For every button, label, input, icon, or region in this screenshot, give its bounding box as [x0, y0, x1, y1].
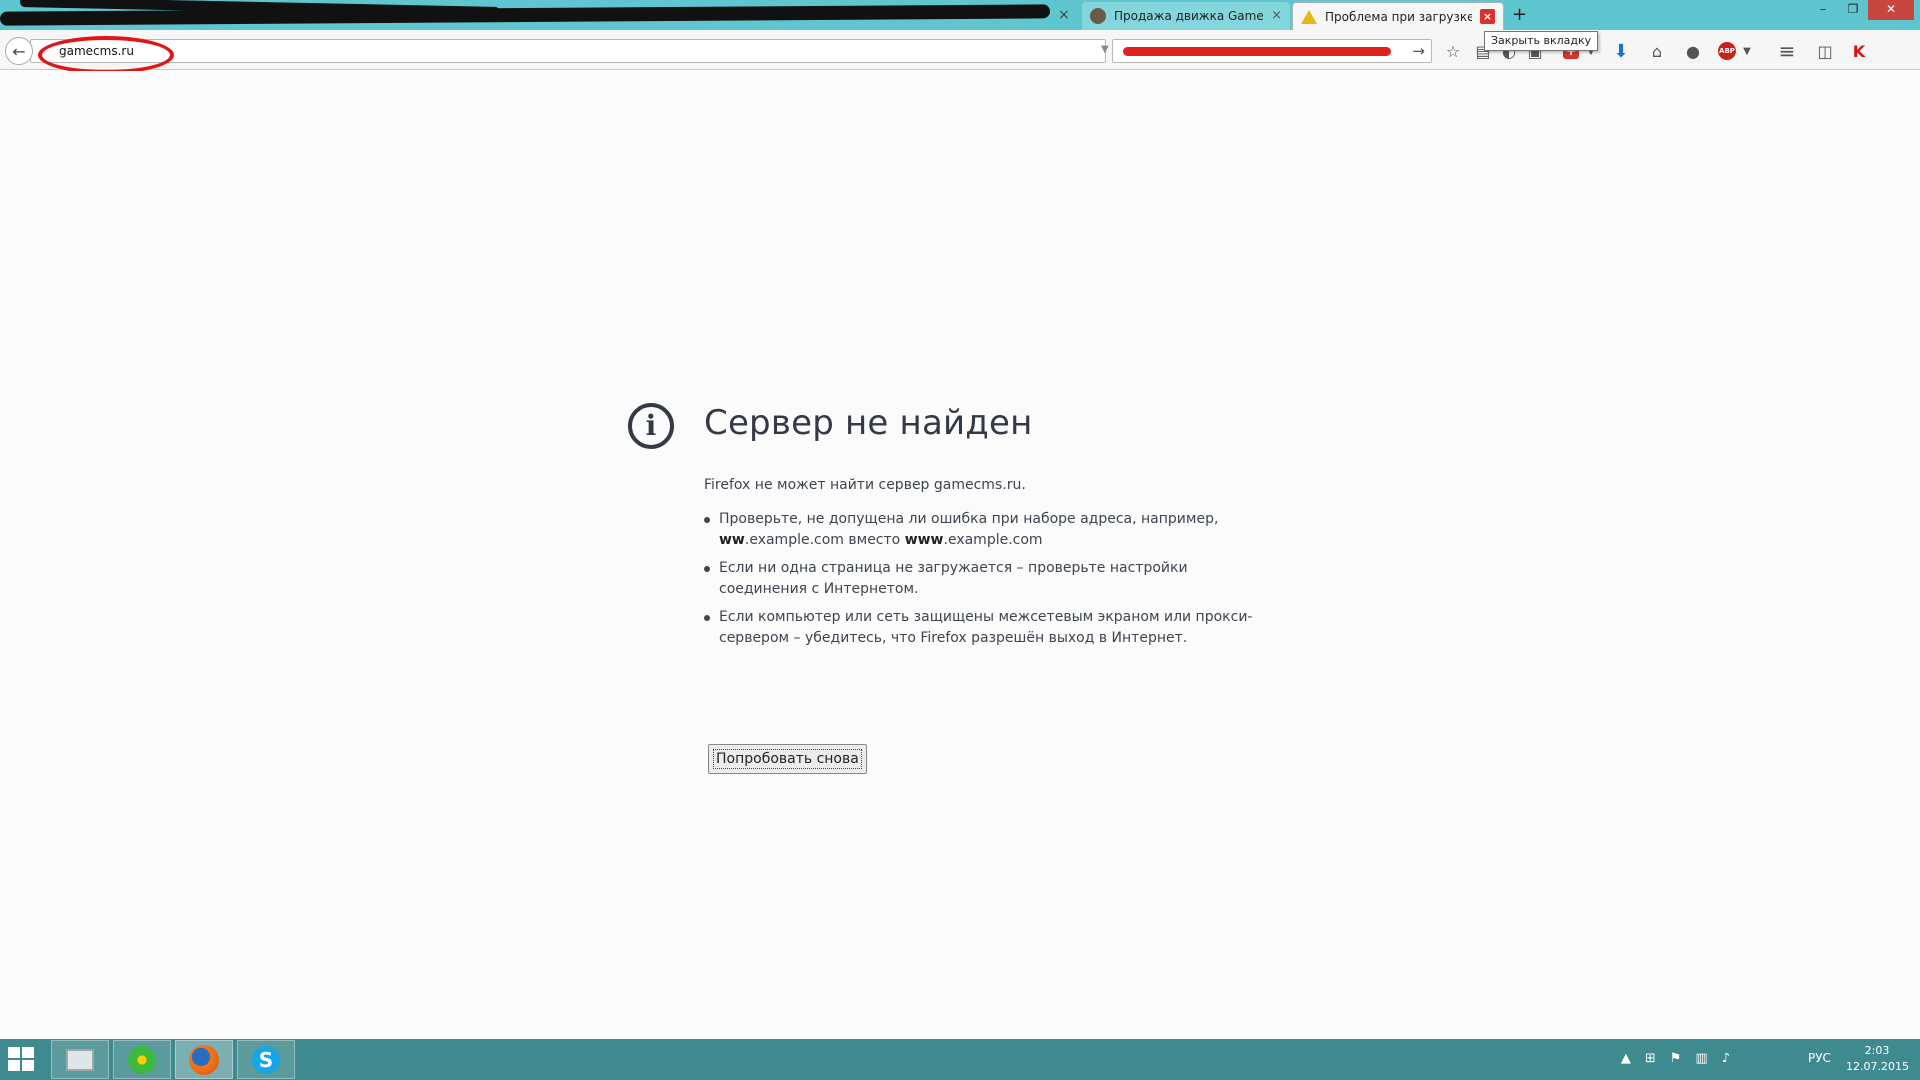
tab-title: Продажа движка GameC...	[1114, 9, 1264, 23]
restore-button[interactable]: ❐	[1838, 0, 1868, 20]
windows-logo-icon	[22, 1047, 34, 1058]
download-icon[interactable]: ⬇	[1608, 38, 1634, 64]
error-title: Сервер не найден	[704, 403, 1033, 443]
show-hidden-icons-icon[interactable]: ▲	[1621, 1051, 1631, 1066]
chat-icon[interactable]: ●	[1680, 38, 1706, 64]
clock-time: 2:03	[1864, 1044, 1890, 1057]
tab-load-problem[interactable]: Проблема при загрузке с... ×	[1292, 2, 1504, 30]
redaction-scribble	[1123, 47, 1391, 56]
list-item: Проверьте, не допущена ли ошибка при наб…	[704, 509, 1264, 551]
taskbar-icq-app[interactable]	[113, 1040, 171, 1079]
info-icon: i	[628, 403, 674, 449]
clock[interactable]: 2:03 12.07.2015	[1846, 1043, 1909, 1075]
kaspersky-icon[interactable]: K	[1846, 38, 1872, 64]
retry-button[interactable]: Попробовать снова	[708, 744, 867, 774]
tab-close-icon[interactable]: ×	[1058, 7, 1070, 23]
network-icon[interactable]: ▥	[1695, 1051, 1707, 1066]
language-indicator[interactable]: РУС	[1808, 1051, 1831, 1065]
error-page: i Сервер не найден Firefox не может найт…	[0, 71, 1920, 1039]
windows-logo-icon	[8, 1060, 20, 1071]
url-history-dropdown-icon[interactable]: ▼	[1101, 44, 1109, 55]
close-tab-tooltip: Закрыть вкладку	[1484, 31, 1599, 51]
firefox-icon	[189, 1044, 219, 1075]
windows-logo-icon	[8, 1047, 20, 1058]
new-tab-button[interactable]: +	[1512, 5, 1527, 25]
clock-date: 12.07.2015	[1846, 1060, 1909, 1073]
icq-flower-icon	[128, 1045, 156, 1074]
skype-icon: S	[252, 1045, 280, 1074]
taskbar: S ▲ ⊞ ⚑ ▥ ♪ РУС 2:03 12.07.2015	[0, 1039, 1920, 1080]
tab-close-icon[interactable]: ×	[1480, 9, 1495, 24]
tab-title: Проблема при загрузке с...	[1325, 9, 1472, 24]
chevron-down-icon[interactable]: ▼	[1734, 38, 1760, 64]
close-window-button[interactable]: ✕	[1868, 0, 1914, 20]
url-bar[interactable]: gamecms.ru ▼ ↻	[30, 39, 1129, 63]
favicon-person-icon	[1090, 8, 1106, 24]
search-go-icon[interactable]: →	[1412, 42, 1425, 60]
back-button[interactable]: ←	[5, 37, 33, 65]
error-description: Firefox не может найти сервер gamecms.ru…	[704, 477, 1026, 493]
system-tray: ▲ ⊞ ⚑ ▥ ♪	[1621, 1051, 1730, 1066]
sidebar-icon[interactable]: ◫	[1812, 38, 1838, 64]
minimize-button[interactable]: –	[1808, 0, 1838, 20]
windows-flag-icon[interactable]: ⊞	[1645, 1051, 1656, 1066]
menu-icon[interactable]: ≡	[1774, 38, 1800, 64]
tab-gamecms-sale[interactable]: Продажа движка GameC... ×	[1082, 2, 1290, 30]
navigation-bar: gamecms.ru ▼ ↻ ← → ☆ ▤ ◐ ▣ + ▼ ⬇ ⌂ ● ABP…	[0, 30, 1920, 70]
star-icon[interactable]: ☆	[1440, 38, 1466, 64]
volume-icon[interactable]: ♪	[1722, 1051, 1730, 1066]
windows-logo-icon	[22, 1060, 34, 1071]
tab-close-icon[interactable]: ×	[1271, 9, 1282, 23]
start-button[interactable]	[8, 1047, 36, 1073]
monitor-icon	[66, 1048, 94, 1071]
taskbar-firefox-app[interactable]	[175, 1040, 233, 1079]
search-bar[interactable]: →	[1112, 39, 1432, 63]
taskbar-monitor-app[interactable]	[51, 1040, 109, 1079]
home-icon[interactable]: ⌂	[1644, 38, 1670, 64]
error-suggestions: Проверьте, не допущена ли ошибка при наб…	[704, 509, 1264, 656]
warning-icon	[1301, 9, 1317, 24]
window-controls: – ❐ ✕	[1808, 0, 1914, 20]
list-item: Если компьютер или сеть защищены межсете…	[704, 607, 1264, 649]
back-arrow-icon: ←	[12, 41, 26, 61]
list-item: Если ни одна страница не загружается – п…	[704, 558, 1264, 600]
taskbar-skype-app[interactable]: S	[237, 1040, 295, 1079]
tab-strip: × Продажа движка GameC... × Проблема при…	[0, 0, 1920, 30]
annotation-red-ellipse	[38, 36, 174, 74]
action-center-flag-icon[interactable]: ⚑	[1670, 1051, 1682, 1066]
redacted-tabs	[0, 0, 1066, 30]
